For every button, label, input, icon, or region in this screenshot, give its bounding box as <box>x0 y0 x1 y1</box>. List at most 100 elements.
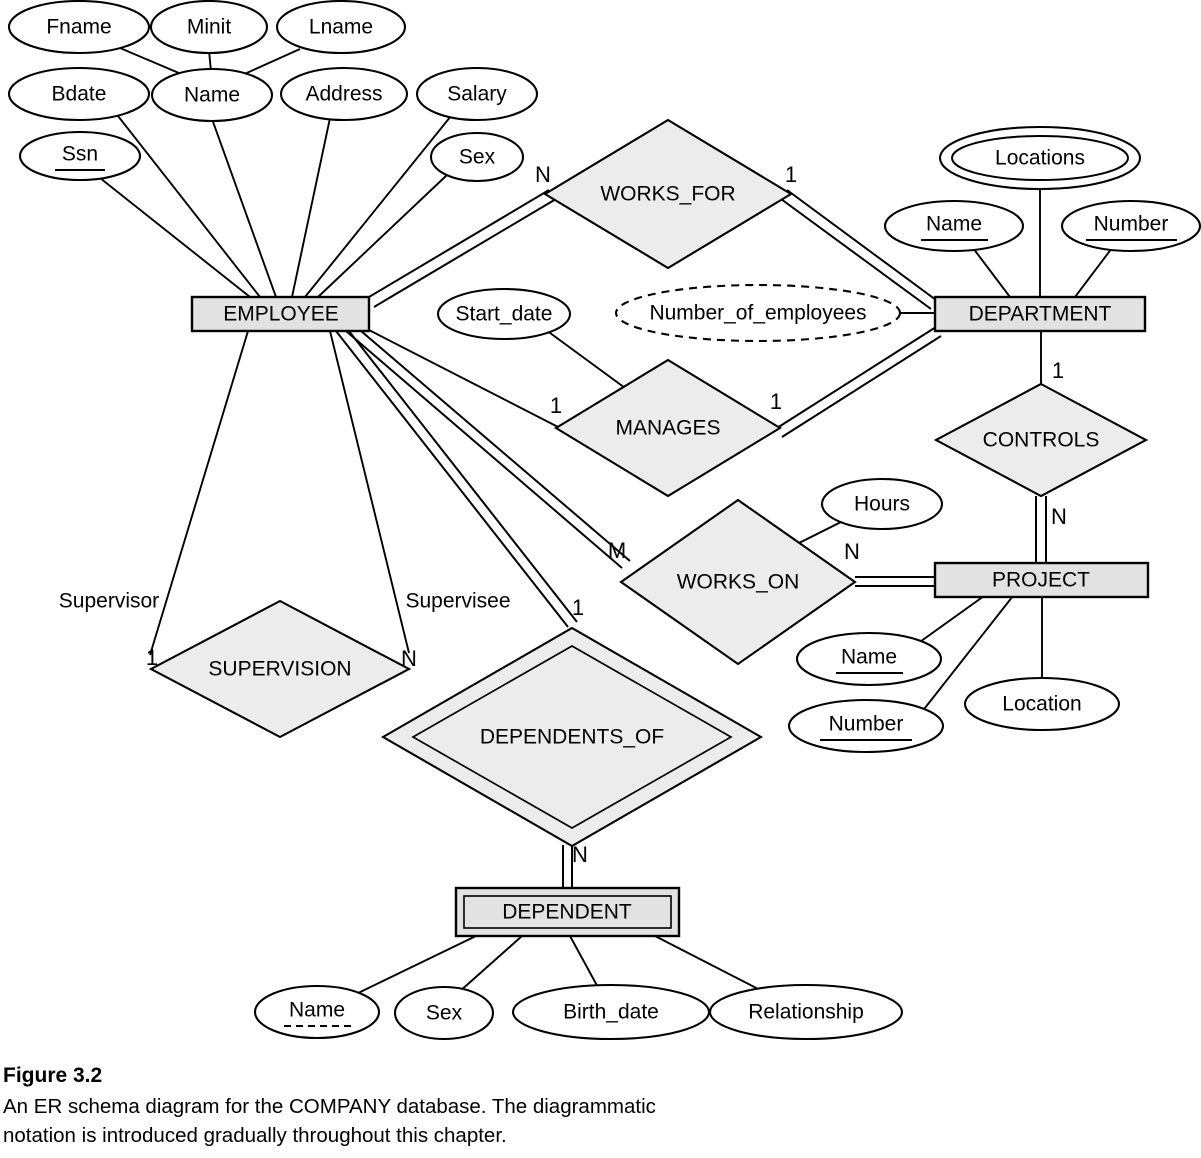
lname-label: Lname <box>309 16 373 39</box>
cardinality-works-on-employee: M <box>608 538 626 563</box>
attribute-department-name[interactable]: Name <box>883 199 1025 253</box>
department-number-label: Number <box>1094 213 1169 236</box>
number-of-employees-label: Number_of_employees <box>649 302 866 325</box>
locations-label: Locations <box>995 147 1085 170</box>
dependent-relationship-label: Relationship <box>748 1001 864 1024</box>
edge-depbirthdate-dependent <box>569 935 601 992</box>
edge-employee-works-on-a <box>345 330 623 569</box>
edge-fname-name <box>119 47 187 77</box>
attribute-fname[interactable]: Fname <box>7 0 151 55</box>
bdate-label: Bdate <box>52 83 107 106</box>
relationship-controls[interactable]: CONTROLS <box>933 382 1149 498</box>
attribute-minit[interactable]: Minit <box>149 0 269 55</box>
works-for-label: WORKS_FOR <box>600 183 735 206</box>
edge-projname-project <box>916 595 985 645</box>
attribute-lname[interactable]: Lname <box>275 0 407 55</box>
role-label-supervisee: Supervisee <box>405 590 510 613</box>
entity-dependent[interactable]: DEPENDENT <box>454 886 681 938</box>
attribute-employee-name[interactable]: Name <box>150 67 274 123</box>
edge-manages-department-a <box>776 326 937 429</box>
attribute-sex[interactable]: Sex <box>429 131 525 183</box>
attribute-dependent-birth-date[interactable]: Birth_date <box>511 983 711 1041</box>
edge-employee-manages <box>368 329 561 429</box>
department-name-label: Name <box>926 213 982 236</box>
entity-department[interactable]: DEPARTMENT <box>933 295 1147 333</box>
figure-caption: Figure 3.2 An ER schema diagram for the … <box>3 1063 843 1150</box>
cardinality-controls-project: N <box>1051 504 1067 529</box>
attribute-address[interactable]: Address <box>279 66 409 122</box>
minit-label: Minit <box>187 16 232 39</box>
cardinality-supervision-supervisee: N <box>401 646 417 671</box>
cardinality-manages-employee: 1 <box>550 393 562 418</box>
attribute-project-number[interactable]: Number <box>787 698 945 754</box>
cardinality-dependents-of-dependent: N <box>572 842 588 867</box>
dependent-birth-date-label: Birth_date <box>563 1001 659 1024</box>
project-location-label: Location <box>1002 693 1081 716</box>
project-number-label: Number <box>829 713 904 736</box>
edge-employee-supervision-supervisor <box>149 330 249 656</box>
employee-label: EMPLOYEE <box>223 303 339 326</box>
cardinality-controls-department: 1 <box>1052 358 1064 383</box>
supervision-label: SUPERVISION <box>208 658 351 681</box>
department-label: DEPARTMENT <box>969 303 1112 326</box>
relationship-works-for[interactable]: WORKS_FOR <box>542 118 794 270</box>
attribute-salary[interactable]: Salary <box>415 66 539 122</box>
edge-deptname-department <box>972 247 1011 298</box>
works-on-label: WORKS_ON <box>677 571 800 594</box>
attribute-dependent-relationship[interactable]: Relationship <box>708 983 904 1041</box>
attribute-number-of-employees[interactable]: Number_of_employees <box>614 283 902 343</box>
cardinality-manages-department: 1 <box>770 389 782 414</box>
dependent-name-label: Name <box>289 999 345 1022</box>
relationship-manages[interactable]: MANAGES <box>553 358 783 498</box>
attribute-ssn[interactable]: Ssn <box>18 130 142 182</box>
entity-employee[interactable]: EMPLOYEE <box>190 295 371 333</box>
edge-bdate-employee <box>117 115 261 298</box>
edge-employee-works-for-a <box>368 189 550 298</box>
relationship-dependents-of[interactable]: DEPENDENTS_OF <box>380 626 764 848</box>
attribute-locations[interactable]: Locations <box>938 125 1142 191</box>
attribute-hours[interactable]: Hours <box>820 477 944 531</box>
attribute-bdate[interactable]: Bdate <box>7 66 151 122</box>
edge-employee-supervision-supervisee <box>329 330 410 654</box>
project-name-label: Name <box>841 646 897 669</box>
edge-startdate-manages <box>545 329 637 397</box>
figure-caption-text: An ER schema diagram for the COMPANY dat… <box>3 1095 656 1148</box>
er-diagram: WORKS_FOR MANAGES CONTROLS WORKS_ON SUPE… <box>0 0 1201 1158</box>
edge-deptnumber-department <box>1074 247 1113 298</box>
edge-lname-name <box>239 48 301 77</box>
edge-depsex-dependent <box>458 935 523 993</box>
edge-name-employee <box>211 118 277 298</box>
edge-ssn-employee <box>99 177 251 298</box>
edge-manages-department-b <box>781 335 942 438</box>
edge-address-employee <box>291 117 331 298</box>
attribute-department-number[interactable]: Number <box>1060 199 1201 253</box>
cardinality-works-for-employee: N <box>535 162 551 187</box>
attribute-layer: Fname Minit Lname Bdate Name Address Sal… <box>7 0 1201 1041</box>
edge-employee-dependents-of-b <box>344 325 578 623</box>
dependents-of-label: DEPENDENTS_OF <box>480 726 664 749</box>
dependent-sex-label: Sex <box>426 1002 463 1025</box>
attribute-dependent-name[interactable]: Name <box>253 984 381 1040</box>
relationship-supervision[interactable]: SUPERVISION <box>148 599 412 739</box>
edge-sex-employee <box>317 174 448 298</box>
edge-salary-employee <box>304 115 452 298</box>
controls-label: CONTROLS <box>983 429 1100 452</box>
cardinality-dependents-of-employee: 1 <box>572 595 584 620</box>
attribute-project-name[interactable]: Name <box>795 631 943 687</box>
dependent-label: DEPENDENT <box>502 901 632 924</box>
edge-deprelationship-dependent <box>654 935 769 995</box>
project-label: PROJECT <box>992 569 1090 592</box>
figure-number: Figure 3.2 <box>3 1064 103 1087</box>
hours-label: Hours <box>854 493 910 516</box>
cardinality-supervision-supervisor: 1 <box>146 645 158 670</box>
address-label: Address <box>305 83 382 106</box>
attribute-dependent-sex[interactable]: Sex <box>393 985 495 1041</box>
cardinality-works-for-department: 1 <box>785 162 797 187</box>
fname-label: Fname <box>46 16 111 39</box>
role-label-supervisor: Supervisor <box>59 590 159 613</box>
employee-name-label: Name <box>184 84 240 107</box>
attribute-start-date[interactable]: Start_date <box>436 287 572 341</box>
attribute-project-location[interactable]: Location <box>963 676 1121 732</box>
manages-label: MANAGES <box>615 417 720 440</box>
entity-project[interactable]: PROJECT <box>933 561 1150 599</box>
